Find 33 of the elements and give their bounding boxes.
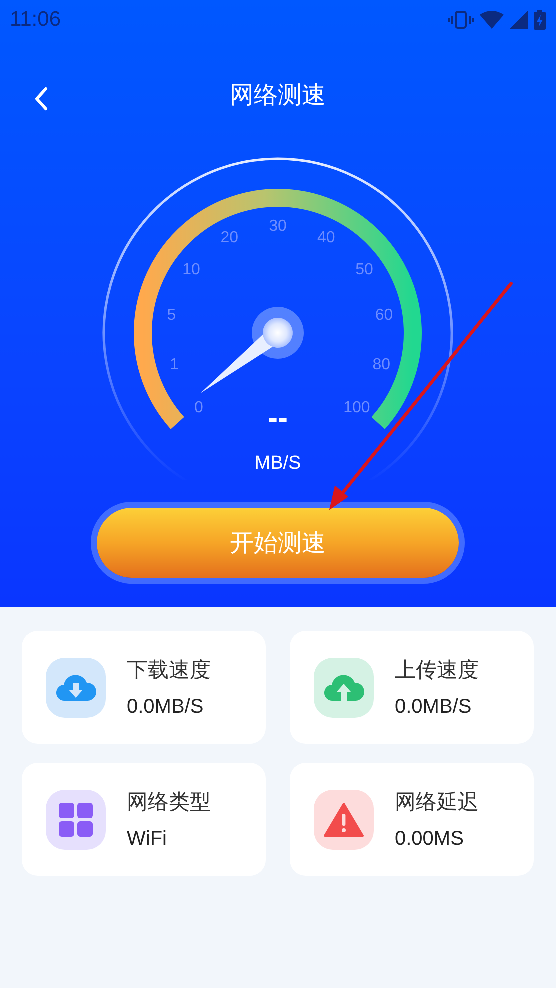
gauge-tick-label: 100 (344, 400, 370, 417)
back-icon (34, 87, 48, 111)
gauge-tick-label: 1 (170, 356, 179, 374)
stat-value: WiFi (127, 828, 168, 851)
start-test-button[interactable]: 开始测速 (97, 508, 459, 578)
wifi-icon (480, 11, 504, 29)
status-time: 11:06 (10, 8, 61, 32)
stat-label: 上传速度 (395, 657, 479, 684)
stat-value: 0.0MB/S (395, 696, 473, 719)
grid-icon (59, 802, 93, 836)
speed-reading: -- (268, 402, 288, 435)
gauge-tick-label: 10 (182, 261, 200, 278)
gauge-tick-label: 50 (356, 261, 374, 278)
stat-label: 网络延迟 (395, 789, 479, 816)
speed-unit: MB/S (254, 453, 302, 474)
battery-icon (534, 10, 546, 30)
cloud-download-icon (56, 672, 96, 702)
vibrate-icon (448, 10, 474, 30)
gauge-tick-label: 30 (269, 218, 287, 235)
page-title: 网络测速 (230, 80, 326, 111)
gauge-tick-label: 60 (375, 306, 394, 324)
stat-value: 0.00MS (395, 828, 465, 851)
signal-icon (510, 11, 528, 29)
stat-label: 下载速度 (127, 657, 211, 684)
gauge-tick-label: 20 (220, 229, 239, 246)
gauge-tick-label: 5 (167, 306, 176, 324)
cloud-upload-icon (324, 672, 364, 702)
gauge-tick-label: 80 (372, 356, 390, 374)
stat-label: 网络类型 (127, 789, 211, 816)
warning-icon (324, 802, 364, 836)
gauge-tick-label: 40 (317, 229, 336, 246)
gauge-tick-label: 0 (194, 400, 204, 417)
stat-value: 0.0MB/S (127, 696, 205, 719)
